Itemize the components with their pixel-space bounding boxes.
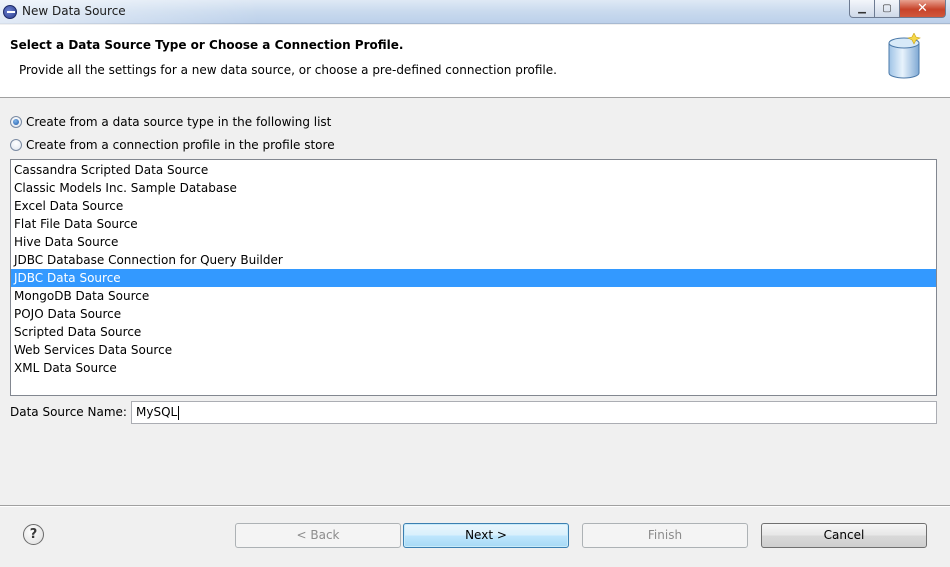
- list-item[interactable]: Hive Data Source: [11, 233, 936, 251]
- finish-button[interactable]: Finish: [582, 523, 748, 548]
- data-source-name-value: MySQL: [136, 405, 178, 419]
- radio-from-type-button[interactable]: [10, 116, 22, 128]
- list-item[interactable]: Flat File Data Source: [11, 215, 936, 233]
- data-source-name-input[interactable]: MySQL: [131, 401, 937, 424]
- window-controls: ▁ ▢ ✕: [849, 0, 946, 18]
- radio-from-profile-button[interactable]: [10, 139, 22, 151]
- close-button[interactable]: ✕: [900, 0, 946, 18]
- list-item[interactable]: Excel Data Source: [11, 197, 936, 215]
- maximize-button[interactable]: ▢: [875, 0, 900, 18]
- list-item[interactable]: XML Data Source: [11, 359, 936, 377]
- data-source-name-label: Data Source Name:: [10, 405, 127, 419]
- list-item[interactable]: Web Services Data Source: [11, 341, 936, 359]
- list-item[interactable]: JDBC Data Source: [11, 269, 936, 287]
- list-item[interactable]: JDBC Database Connection for Query Build…: [11, 251, 936, 269]
- list-item[interactable]: POJO Data Source: [11, 305, 936, 323]
- close-icon: ✕: [917, 1, 928, 16]
- radio-from-type[interactable]: Create from a data source type in the fo…: [10, 115, 331, 129]
- radio-from-profile[interactable]: Create from a connection profile in the …: [10, 138, 335, 152]
- list-item[interactable]: Classic Models Inc. Sample Database: [11, 179, 936, 197]
- back-button[interactable]: < Back: [235, 523, 401, 548]
- title-bar[interactable]: New Data Source ▁ ▢ ✕: [0, 0, 950, 24]
- help-icon: ?: [29, 527, 38, 542]
- list-item[interactable]: MongoDB Data Source: [11, 287, 936, 305]
- maximize-icon: ▢: [882, 3, 892, 14]
- wizard-page-description: Provide all the settings for a new data …: [19, 63, 557, 77]
- eclipse-app-icon: [3, 5, 17, 19]
- radio-from-type-label: Create from a data source type in the fo…: [26, 115, 332, 129]
- wizard-header: Select a Data Source Type or Choose a Co…: [0, 25, 950, 98]
- minimize-button[interactable]: ▁: [849, 0, 875, 18]
- text-caret: [178, 405, 180, 420]
- help-button[interactable]: ?: [23, 524, 44, 545]
- next-button[interactable]: Next >: [403, 523, 569, 548]
- window-title: New Data Source: [22, 4, 126, 18]
- button-bar-separator: [0, 505, 950, 507]
- radio-from-profile-label: Create from a connection profile in the …: [26, 138, 335, 152]
- data-source-type-list[interactable]: Cassandra Scripted Data Source Classic M…: [10, 159, 937, 396]
- list-item[interactable]: Scripted Data Source: [11, 323, 936, 341]
- cancel-button[interactable]: Cancel: [761, 523, 927, 548]
- database-icon: [888, 33, 921, 79]
- minimize-icon: ▁: [858, 3, 866, 14]
- list-item[interactable]: Cassandra Scripted Data Source: [11, 161, 936, 179]
- wizard-page-title: Select a Data Source Type or Choose a Co…: [10, 38, 404, 52]
